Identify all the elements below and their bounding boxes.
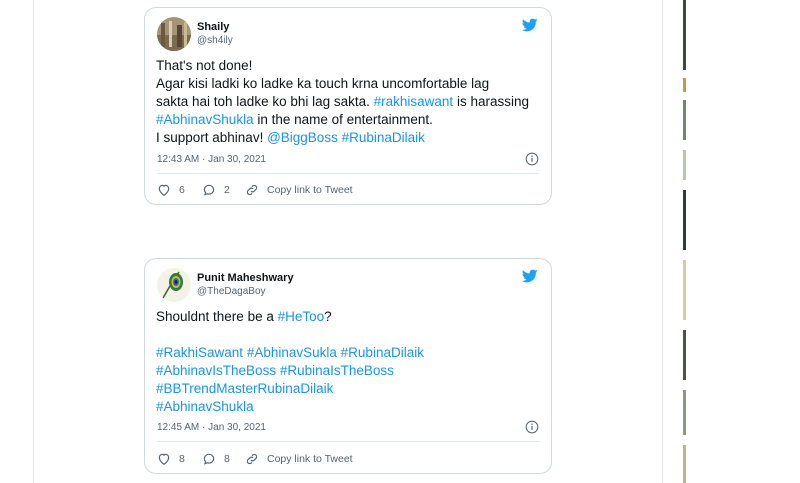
tweet-text: Shouldnt there be a #HeToo? #RakhiSawant… (156, 308, 424, 416)
mention-link[interactable]: @BiggBoss (267, 130, 338, 145)
author-handle[interactable]: @TheDagaBoy (197, 285, 294, 298)
hashtag-link[interactable]: #BBTrendMasterRubinaDilaik (156, 381, 333, 396)
divider (157, 173, 539, 174)
author-display-name[interactable]: Shaily (197, 21, 233, 34)
tweet-text-line: #RakhiSawant #AbhinavSukla #RubinaDilaik (156, 344, 424, 362)
tweet-timestamp[interactable]: 12:43 AM · Jan 30, 2021 (157, 154, 266, 165)
hashtag-link[interactable]: #AbhinavShukla (156, 112, 254, 127)
info-icon[interactable] (525, 420, 539, 434)
hashtag-link[interactable]: #rakhisawant (374, 94, 454, 109)
hashtag-link[interactable]: #RakhiSawant (156, 345, 243, 360)
tweet-text-line: #AbhinavShukla in the name of entertainm… (156, 111, 529, 129)
reply-count: 8 (224, 453, 230, 465)
hashtag-link[interactable]: #AbhinavSukla (247, 345, 337, 360)
embedded-tweet-card[interactable]: Shaily @sh4ily That's not done! Agar kisi… (144, 7, 552, 205)
tweet-text-line (156, 326, 424, 344)
tweet-text-run: Agar kisi ladki ko ladke ka touch krna u… (156, 76, 490, 91)
heart-icon (158, 184, 170, 196)
link-icon (246, 453, 258, 465)
copy-link-label: Copy link to Tweet (267, 453, 353, 465)
reply-bubble-icon (203, 453, 215, 465)
hashtag-link[interactable]: #RubinaDilaik (342, 130, 425, 145)
link-icon (246, 184, 258, 196)
copy-link-button[interactable]: Copy link to Tweet (245, 181, 353, 199)
reply-count: 2 (224, 184, 230, 196)
avatar[interactable] (157, 17, 191, 51)
tweet-text-line: #BBTrendMasterRubinaDilaik (156, 380, 424, 398)
sidebar-image-strip (683, 0, 693, 483)
author-display-name[interactable]: Punit Maheshwary (197, 272, 294, 285)
tweet-text-line: #AbhinavIsTheBoss #RubinaIsTheBoss (156, 362, 424, 380)
tweet-timestamp[interactable]: 12:45 AM · Jan 30, 2021 (157, 422, 266, 433)
tweet-text-line: Agar kisi ladki ko ladke ka touch krna u… (156, 75, 529, 93)
tweet-text-run: in the name of entertainment. (253, 112, 433, 127)
tweet-text-run: ? (324, 309, 332, 324)
avatar[interactable] (157, 268, 191, 302)
tweet-text-line: sakta hai toh ladke ko bhi lag sakta. #r… (156, 93, 529, 111)
like-button[interactable]: 6 (157, 181, 185, 199)
reply-bubble-icon (203, 184, 215, 196)
heart-icon (158, 453, 170, 465)
reply-button[interactable]: 2 (202, 181, 230, 199)
hashtag-link[interactable]: #RubinaDilaik (341, 345, 424, 360)
tweet-text-line: That's not done! (156, 57, 529, 75)
author-handle[interactable]: @sh4ily (197, 34, 233, 47)
tweet-text: That's not done! Agar kisi ladki ko ladke… (156, 57, 529, 147)
content-column-left-border (33, 0, 34, 483)
twitter-bird-icon[interactable] (521, 17, 539, 33)
like-button[interactable]: 8 (157, 450, 185, 468)
content-column-right-border (662, 0, 663, 483)
tweet-text-line: #AbhinavShukla (156, 398, 424, 416)
copy-link-button[interactable]: Copy link to Tweet (245, 450, 353, 468)
hashtag-link[interactable]: #AbhinavShukla (156, 399, 254, 414)
tweet-text-line: I support abhinav! @BiggBoss #RubinaDila… (156, 129, 529, 147)
embedded-tweet-card[interactable]: Punit Maheshwary @TheDagaBoy Shouldnt th… (144, 258, 552, 474)
tweet-text-line: Shouldnt there be a #HeToo? (156, 308, 424, 326)
tweet-text-run: That's not done! (156, 58, 253, 73)
hashtag-link[interactable]: #AbhinavIsTheBoss (156, 363, 276, 378)
tweet-text-run: I support abhinav! (156, 130, 268, 145)
like-count: 6 (179, 184, 185, 196)
like-count: 8 (179, 453, 185, 465)
hashtag-link[interactable]: #RubinaIsTheBoss (280, 363, 394, 378)
divider (157, 441, 539, 442)
tweet-text-run: is harassing (453, 94, 529, 109)
tweet-text-run: sakta hai toh ladke ko bhi lag sakta. (156, 94, 374, 109)
twitter-bird-icon[interactable] (521, 268, 539, 284)
reply-button[interactable]: 8 (202, 450, 230, 468)
copy-link-label: Copy link to Tweet (267, 184, 353, 196)
hashtag-link[interactable]: #HeToo (278, 309, 325, 324)
tweet-text-run: Shouldnt there be a (156, 309, 278, 324)
info-icon[interactable] (525, 152, 539, 166)
